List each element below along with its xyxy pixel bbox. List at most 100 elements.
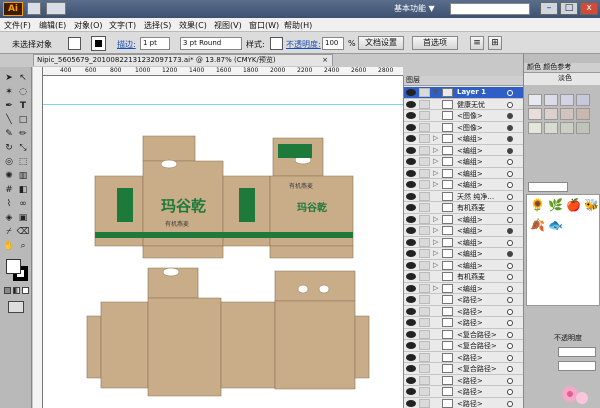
sublayer-row[interactable]: <路径> xyxy=(404,398,523,408)
zoom-tool-icon[interactable]: ⌕ xyxy=(16,239,30,253)
disclosure-triangle-icon[interactable]: ▷ xyxy=(433,134,438,142)
sublayer-row[interactable]: ▷ <编组> xyxy=(404,283,523,294)
preferences-button[interactable]: 首选项 xyxy=(412,36,458,50)
target-circle-icon[interactable] xyxy=(507,159,513,165)
fish-icon[interactable]: 🐟 xyxy=(547,217,564,234)
lock-toggle-icon[interactable] xyxy=(419,134,430,143)
magic-wand-tool-icon[interactable]: ✶ xyxy=(2,85,16,99)
sublayer-row[interactable]: ▷ <编组> xyxy=(404,225,523,237)
visibility-eye-icon[interactable] xyxy=(406,100,416,108)
visibility-eye-icon[interactable] xyxy=(406,89,416,96)
mesh-tool-icon[interactable]: # xyxy=(2,183,16,197)
disclosure-triangle-icon[interactable]: ▷ xyxy=(433,261,438,269)
visibility-eye-icon[interactable] xyxy=(406,215,416,223)
target-circle-icon[interactable] xyxy=(507,170,513,177)
selection-tool-icon[interactable]: ➤ xyxy=(2,71,16,85)
sunflower-icon[interactable]: 🌻 xyxy=(529,197,546,214)
disclosure-triangle-icon[interactable]: ▷ xyxy=(433,284,438,292)
target-circle-icon[interactable] xyxy=(507,308,513,315)
visibility-eye-icon[interactable] xyxy=(406,365,416,372)
target-circle-icon[interactable] xyxy=(507,228,513,234)
autumn-leaf-icon[interactable]: 🍂 xyxy=(529,217,546,234)
color-swatch[interactable] xyxy=(544,122,558,134)
sublayer-row[interactable]: ▷ <编组> xyxy=(404,248,523,260)
opacity-field[interactable]: 100 xyxy=(322,37,344,50)
sublayer-row[interactable]: ▷ <编组> xyxy=(404,214,523,225)
visibility-eye-icon[interactable] xyxy=(406,250,416,257)
lock-toggle-icon[interactable] xyxy=(419,352,430,362)
visibility-eye-icon[interactable] xyxy=(406,158,416,165)
target-circle-icon[interactable] xyxy=(507,251,513,257)
sublayer-row[interactable]: ▷ <编组> xyxy=(404,133,523,145)
lock-toggle-icon[interactable] xyxy=(419,260,430,270)
menu-object[interactable]: 对象(O) xyxy=(74,20,103,31)
visibility-eye-icon[interactable] xyxy=(406,330,416,338)
sublayer-row[interactable]: <图像> xyxy=(404,110,523,122)
lock-toggle-icon[interactable] xyxy=(419,364,430,373)
lock-toggle-icon[interactable] xyxy=(419,375,430,385)
sublayer-row[interactable]: <路径> xyxy=(404,352,523,363)
panel-menu-field[interactable] xyxy=(528,182,568,192)
sublayer-row[interactable]: <路径> xyxy=(404,386,523,398)
color-swatch[interactable] xyxy=(576,94,590,106)
target-circle-icon[interactable] xyxy=(507,239,513,246)
visibility-eye-icon[interactable] xyxy=(406,296,416,303)
stroke-weight-field[interactable]: 1 pt xyxy=(140,37,170,50)
style-swatch[interactable] xyxy=(270,37,283,50)
menu-file[interactable]: 文件(F) xyxy=(4,20,31,31)
lock-toggle-icon[interactable] xyxy=(419,387,430,396)
visibility-eye-icon[interactable] xyxy=(406,353,416,361)
target-circle-icon[interactable] xyxy=(507,285,513,292)
color-swatch[interactable] xyxy=(560,122,574,134)
sublayer-row[interactable]: ▷ <编组> xyxy=(404,156,523,168)
sublayer-row[interactable]: <路径> xyxy=(404,294,523,306)
target-circle-icon[interactable] xyxy=(507,216,513,223)
color-swatch[interactable] xyxy=(528,122,542,134)
sublayer-row[interactable]: <路径> xyxy=(404,317,523,329)
pencil-tool-icon[interactable]: ✏ xyxy=(16,127,30,141)
sublayer-row[interactable]: <复合路径> xyxy=(404,363,523,375)
minimize-button[interactable]: – xyxy=(540,2,558,15)
menu-view[interactable]: 视图(V) xyxy=(214,20,242,31)
gradient-mode-icon[interactable] xyxy=(13,287,20,294)
tint-tab[interactable]: 淡色 xyxy=(524,73,600,85)
lock-toggle-icon[interactable] xyxy=(419,341,430,350)
rectangle-tool-icon[interactable]: □ xyxy=(16,113,30,127)
menu-edit[interactable]: 编辑(E) xyxy=(39,20,66,31)
visibility-eye-icon[interactable] xyxy=(406,123,416,131)
visibility-eye-icon[interactable] xyxy=(406,204,416,211)
direct-selection-tool-icon[interactable]: ↖ xyxy=(16,71,30,85)
lock-toggle-icon[interactable] xyxy=(419,145,430,155)
brush-select[interactable]: 3 pt Round xyxy=(180,37,242,50)
free-transform-tool-icon[interactable]: ⬚ xyxy=(16,155,30,169)
visibility-eye-icon[interactable] xyxy=(406,181,416,188)
disclosure-triangle-icon[interactable]: ▷ xyxy=(433,215,438,223)
target-circle-icon[interactable] xyxy=(507,193,513,200)
menu-help[interactable]: 帮助(H) xyxy=(284,20,312,31)
stroke-swatch[interactable] xyxy=(91,36,106,51)
visibility-eye-icon[interactable] xyxy=(406,227,416,234)
warp-tool-icon[interactable]: ◎ xyxy=(2,155,16,169)
sublayer-row[interactable]: <复合路径> xyxy=(404,329,523,340)
visibility-eye-icon[interactable] xyxy=(406,273,416,280)
fill-swatch[interactable] xyxy=(68,37,81,50)
target-circle-icon[interactable] xyxy=(507,147,513,154)
visibility-eye-icon[interactable] xyxy=(406,112,416,119)
visibility-eye-icon[interactable] xyxy=(406,342,416,349)
fill-color-icon[interactable] xyxy=(6,259,21,274)
visibility-eye-icon[interactable] xyxy=(406,319,416,326)
visibility-eye-icon[interactable] xyxy=(406,146,416,154)
target-circle-icon[interactable] xyxy=(507,331,513,338)
disclosure-triangle-icon[interactable]: ▷ xyxy=(433,226,438,234)
disclosure-triangle-icon[interactable]: ▷ xyxy=(433,157,438,165)
bridge-icon[interactable] xyxy=(27,2,41,15)
disclosure-triangle-icon[interactable]: ▷ xyxy=(433,146,438,154)
sublayer-row[interactable]: ▷ <编组> xyxy=(404,260,523,271)
layer-row[interactable]: ▼ Layer 1 xyxy=(404,87,523,99)
close-button[interactable]: x xyxy=(580,2,598,15)
lock-toggle-icon[interactable] xyxy=(419,272,430,281)
sublayer-row[interactable]: ▷ <编组> xyxy=(404,168,523,179)
transform-icon[interactable]: ⊞ xyxy=(488,36,502,50)
lock-toggle-icon[interactable] xyxy=(419,191,430,201)
paintbrush-tool-icon[interactable]: ✎ xyxy=(2,127,16,141)
